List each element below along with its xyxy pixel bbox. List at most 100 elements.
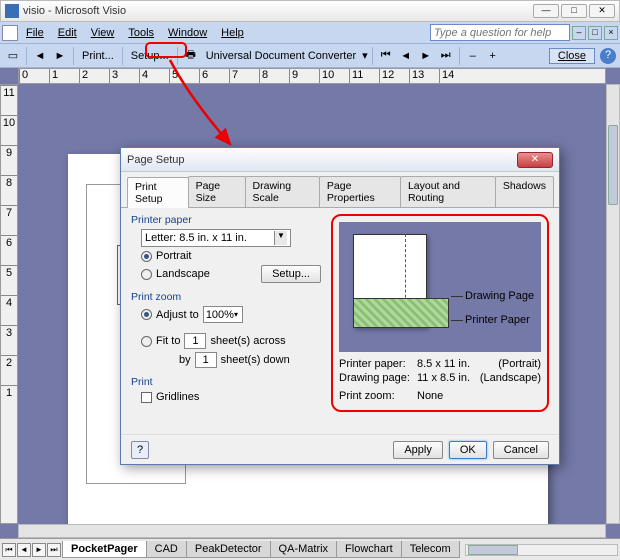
menu-view[interactable]: View [85, 25, 121, 41]
scrollbar-vertical[interactable] [606, 84, 620, 524]
tab-nav-last-icon[interactable]: ⏭ [47, 543, 61, 557]
toolbar: ▭ ◄ ► Print... Setup... 🖶 Universal Docu… [0, 44, 620, 68]
info-dp-orient: (Landscape) [480, 372, 541, 384]
separator [459, 47, 460, 65]
scrollbar-horizontal[interactable] [18, 524, 606, 538]
tab-shadows[interactable]: Shadows [495, 176, 554, 207]
adjust-to-label: Adjust to [156, 309, 199, 321]
ruler-vertical: 1110987654321 [0, 84, 18, 524]
menu-edit[interactable]: Edit [52, 25, 83, 41]
maximize-button[interactable]: □ [561, 4, 587, 18]
tab-nav-next-icon[interactable]: ► [32, 543, 46, 557]
last-page-icon[interactable]: ⏭ [437, 47, 455, 65]
whole-page-icon[interactable]: ▭ [4, 47, 22, 65]
portrait-label: Portrait [156, 250, 191, 262]
fit-to-label: Fit to [156, 335, 180, 347]
info-dp-val: 11 x 8.5 in. [417, 372, 480, 384]
print-group-title: Print [131, 376, 321, 388]
portrait-radio[interactable] [141, 251, 152, 262]
by-label: by [179, 354, 191, 366]
window-title: visio - Microsoft Visio [23, 5, 533, 17]
ok-button[interactable]: OK [449, 441, 487, 459]
sheet-tab[interactable]: Flowchart [336, 541, 402, 558]
app-icon [5, 4, 19, 18]
separator [122, 47, 123, 65]
next-page-icon[interactable]: ► [417, 47, 435, 65]
mdi-minimize-button[interactable]: – [572, 26, 586, 40]
separator [26, 47, 27, 65]
next-tile-icon[interactable]: ► [51, 47, 69, 65]
sheet-tab[interactable]: QA-Matrix [270, 541, 338, 558]
menu-help[interactable]: Help [215, 25, 250, 41]
dialog-close-button[interactable]: ✕ [517, 152, 553, 168]
ruler-horizontal: 01234567891011121314 [18, 68, 606, 84]
scrollbar-thumb[interactable] [468, 545, 518, 555]
menu-tools[interactable]: Tools [122, 25, 160, 41]
tab-scrollbar[interactable] [465, 544, 618, 556]
mdi-close-button[interactable]: × [604, 26, 618, 40]
mdi-restore-button[interactable]: □ [588, 26, 602, 40]
drawing-page-legend: Drawing Page [465, 290, 534, 302]
tab-page-size[interactable]: Page Size [188, 176, 246, 207]
help-icon[interactable]: ? [131, 441, 149, 459]
preview-drawing-page [353, 298, 449, 328]
window-titlebar: visio - Microsoft Visio — □ ✕ [0, 0, 620, 22]
separator [73, 47, 74, 65]
apply-button[interactable]: Apply [393, 441, 443, 459]
gridlines-label: Gridlines [156, 391, 199, 403]
tab-print-setup[interactable]: Print Setup [127, 177, 189, 208]
dropdown-arrow-icon[interactable]: ▾ [362, 49, 368, 62]
sheet-tab[interactable]: Telecom [401, 541, 460, 558]
fit-across-input[interactable]: 1 [184, 333, 206, 349]
visio-icon[interactable] [2, 25, 18, 41]
page-setup-dialog: Page Setup ✕ Print Setup Page Size Drawi… [120, 147, 560, 465]
sheet-tab[interactable]: PocketPager [62, 541, 147, 558]
adjust-to-radio[interactable] [141, 309, 152, 320]
converter-dropdown[interactable]: Universal Document Converter [202, 50, 360, 62]
previous-tile-icon[interactable]: ◄ [31, 47, 49, 65]
dialog-titlebar[interactable]: Page Setup ✕ [121, 148, 559, 172]
info-pz-val: None [417, 390, 541, 402]
zoom-out-icon[interactable]: – [464, 47, 482, 65]
menu-file[interactable]: File [20, 25, 50, 41]
cancel-button[interactable]: Cancel [493, 441, 549, 459]
gridlines-checkbox[interactable] [141, 392, 152, 403]
help-icon[interactable]: ? [600, 48, 616, 64]
tab-drawing-scale[interactable]: Drawing Scale [245, 176, 320, 207]
close-preview-button[interactable]: Close [549, 48, 595, 64]
sheet-tab[interactable]: PeakDetector [186, 541, 271, 558]
print-button[interactable]: Print... [78, 50, 118, 62]
tab-layout-routing[interactable]: Layout and Routing [400, 176, 496, 207]
dialog-footer: ? Apply OK Cancel [121, 434, 559, 464]
tab-page-properties[interactable]: Page Properties [319, 176, 401, 207]
help-search-input[interactable] [430, 24, 570, 41]
zoom-in-icon[interactable]: + [484, 47, 502, 65]
tab-nav-first-icon[interactable]: ⏮ [2, 543, 16, 557]
preview-panel: Drawing Page Printer Paper Printer paper… [331, 214, 549, 412]
printer-setup-button[interactable]: Setup... [261, 265, 321, 283]
adjust-percent-input[interactable]: 100% ▾ [203, 306, 243, 323]
menubar: File Edit View Tools Window Help – □ × [0, 22, 620, 44]
scrollbar-thumb[interactable] [608, 125, 618, 205]
info-pz-key: Print zoom: [339, 390, 417, 402]
close-window-button[interactable]: ✕ [589, 4, 615, 18]
landscape-label: Landscape [156, 268, 210, 280]
minimize-button[interactable]: — [533, 4, 559, 18]
tab-nav-prev-icon[interactable]: ◄ [17, 543, 31, 557]
menu-window[interactable]: Window [162, 25, 213, 41]
fit-down-input[interactable]: 1 [195, 352, 217, 368]
annotation-highlight [145, 42, 187, 58]
dialog-title: Page Setup [127, 154, 517, 166]
sheet-tab[interactable]: CAD [146, 541, 187, 558]
landscape-radio[interactable] [141, 269, 152, 280]
prev-page-icon[interactable]: ◄ [397, 47, 415, 65]
first-page-icon[interactable]: ⏮ [377, 47, 395, 65]
paper-size-dropdown[interactable]: Letter: 8.5 in. x 11 in. ▼ [141, 229, 291, 247]
dialog-tabs: Print Setup Page Size Drawing Scale Page… [121, 172, 559, 208]
paper-size-value: Letter: 8.5 in. x 11 in. [145, 232, 247, 244]
sheet-tabs-bar: ⏮ ◄ ► ⏭ PocketPager CAD PeakDetector QA-… [0, 538, 620, 560]
sheets-across-label: sheet(s) across [210, 335, 285, 347]
print-zoom-group-title: Print zoom [131, 291, 321, 303]
info-pp-val: 8.5 x 11 in. [417, 358, 498, 370]
fit-to-radio[interactable] [141, 336, 152, 347]
